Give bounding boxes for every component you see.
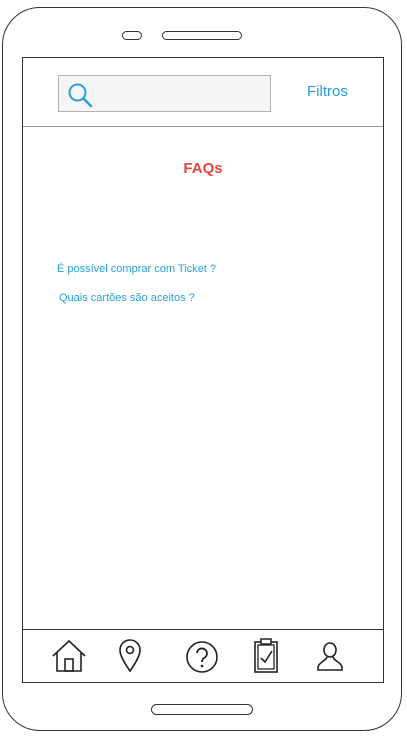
faq-item-cards[interactable]: Quais cartões são aceitos ? (59, 292, 195, 304)
page-title: FAQs (183, 160, 223, 177)
user-icon (317, 642, 343, 671)
search-icon[interactable] (67, 82, 93, 108)
nav-location[interactable] (110, 637, 150, 675)
bottom-nav (23, 629, 383, 682)
nav-help[interactable] (182, 637, 222, 675)
speaker-grill (162, 31, 242, 40)
front-camera (122, 31, 142, 40)
filters-link[interactable]: Filtros (307, 83, 348, 100)
nav-orders[interactable] (246, 637, 286, 675)
home-icon (52, 639, 86, 672)
nav-home[interactable] (49, 637, 89, 675)
location-pin-icon (119, 639, 141, 673)
clipboard-check-icon (254, 638, 278, 673)
home-button[interactable] (151, 704, 253, 715)
top-bar: Filtros (23, 58, 383, 127)
faq-item-ticket[interactable]: É possível comprar com Ticket ? (57, 263, 216, 275)
app-screen: Filtros FAQs É possível comprar com Tick… (22, 57, 384, 683)
nav-profile[interactable] (310, 637, 350, 675)
search-input[interactable] (58, 75, 271, 112)
help-icon (186, 641, 218, 673)
